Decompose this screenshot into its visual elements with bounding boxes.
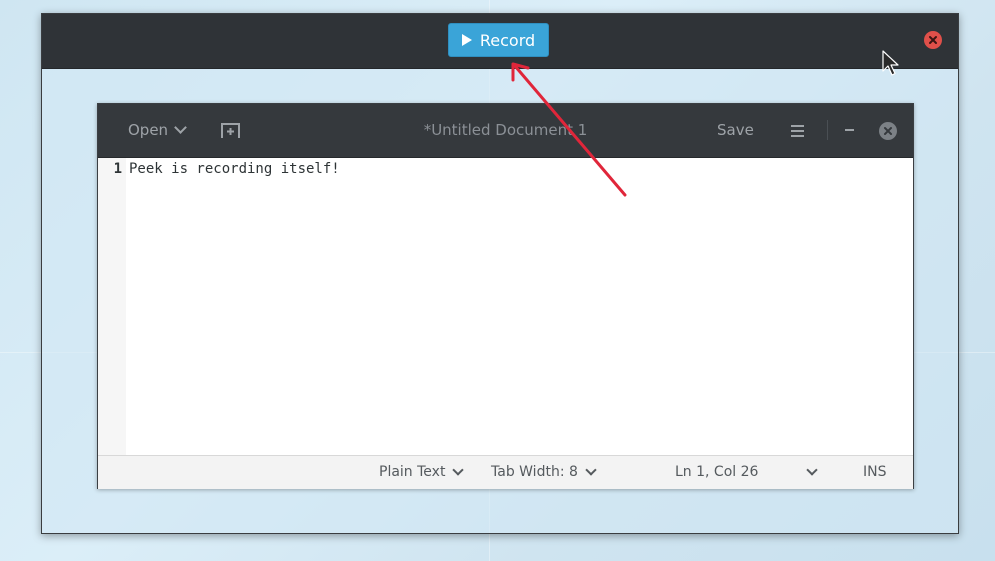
mouse-cursor-icon <box>882 50 899 76</box>
annotation-arrow <box>511 62 627 197</box>
